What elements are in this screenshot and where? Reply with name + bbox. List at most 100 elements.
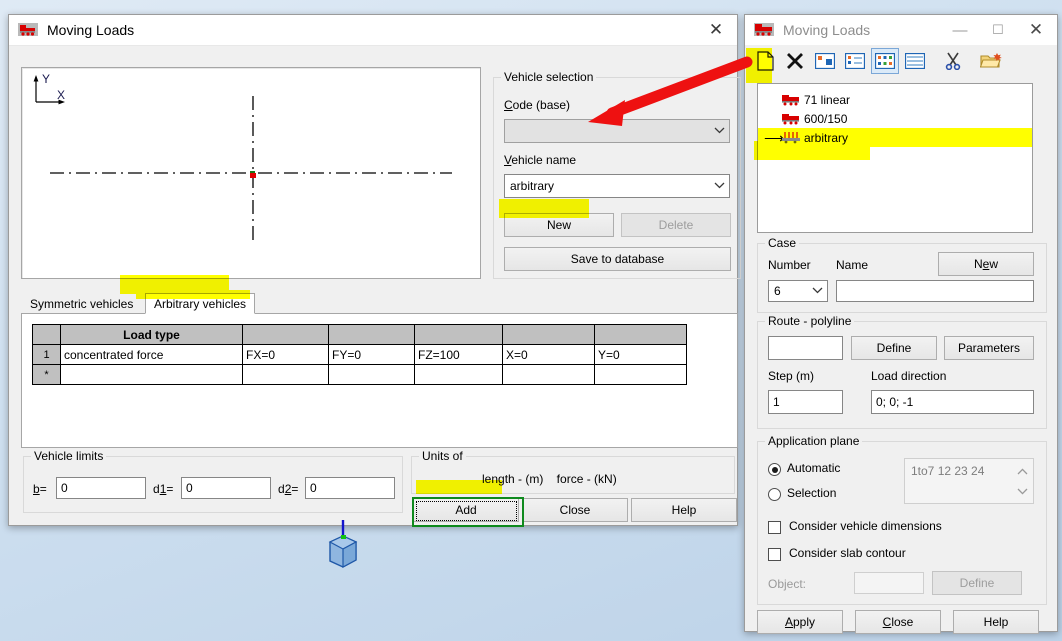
case-name-field[interactable] <box>836 280 1034 302</box>
new-document-icon[interactable] <box>751 48 779 74</box>
vehicle-preview-canvas[interactable]: Y X <box>21 67 481 279</box>
chevron-up-icon[interactable] <box>1017 464 1028 478</box>
b-label: b= <box>33 482 47 496</box>
preview-graphic: Y X <box>22 68 480 278</box>
save-to-database-button[interactable]: Save to database <box>504 247 731 271</box>
scissors-icon[interactable] <box>939 48 967 74</box>
checkbox-consider-vehicle-dimensions[interactable] <box>768 521 781 534</box>
col-header-x <box>503 325 595 345</box>
checkbox-consider-vehicle-dimensions-label: Consider vehicle dimensions <box>789 519 942 533</box>
left-titlebar: Moving Loads ✕ <box>9 15 737 46</box>
cell-load-type[interactable]: concentrated force <box>61 345 243 365</box>
cell-y[interactable] <box>595 365 687 385</box>
chevron-down-icon <box>714 127 723 136</box>
truck-icon <box>782 112 800 125</box>
case-name-label: Name <box>836 258 868 272</box>
list-item[interactable]: 71 linear <box>758 90 1032 109</box>
list-item[interactable]: 600/150 <box>758 109 1032 128</box>
table-view1-icon[interactable] <box>811 48 839 74</box>
cell-fz[interactable]: FZ=100 <box>415 345 503 365</box>
help-button[interactable]: Help <box>631 498 737 522</box>
col-header-y <box>595 325 687 345</box>
b-field[interactable]: 0 <box>56 477 146 499</box>
truck-icon <box>18 21 38 39</box>
right-titlebar: Moving Loads — ☐ ✕ <box>745 15 1057 46</box>
cell-y[interactable]: Y=0 <box>595 345 687 365</box>
chevron-down-icon <box>714 182 723 191</box>
radio-selection[interactable] <box>768 488 781 501</box>
tab-arbitrary-vehicles[interactable]: Arbitrary vehicles <box>145 293 255 314</box>
truck-icon <box>782 93 800 106</box>
code-base-combo[interactable] <box>504 119 730 143</box>
cell-x[interactable]: X=0 <box>503 345 595 365</box>
cell-fy[interactable] <box>329 365 415 385</box>
delete-x-icon[interactable] <box>781 48 809 74</box>
table-row[interactable]: 1 concentrated force FX=0 FY=0 FZ=100 X=… <box>33 345 687 365</box>
minimize-icon[interactable]: — <box>941 16 979 44</box>
cell-fx[interactable] <box>243 365 329 385</box>
case-number-label: Number <box>768 258 811 272</box>
load-direction-field[interactable]: 0; 0; -1 <box>871 390 1034 414</box>
application-plane-list[interactable]: 1to7 12 23 24 <box>904 458 1034 504</box>
case-number-value: 6 <box>774 284 781 298</box>
truck-icon <box>754 21 774 39</box>
step-value: 1 <box>773 395 780 409</box>
axis-label-x: X <box>57 88 65 102</box>
vehicle-selection-group: Vehicle selection Code (base) Vehicle na… <box>493 77 741 279</box>
vehicle-limits-legend: Vehicle limits <box>31 449 106 463</box>
checkbox-consider-slab-contour[interactable] <box>768 548 781 561</box>
route-polyline-field[interactable] <box>768 336 843 360</box>
tab-symmetric-vehicles[interactable]: Symmetric vehicles <box>21 293 142 314</box>
object-define-button: Define <box>932 571 1022 595</box>
load-definition-table[interactable]: Load type 1 concentrated force FX=0 FY=0… <box>32 324 687 385</box>
route-define-button[interactable]: Define <box>851 336 937 360</box>
close-button[interactable]: Close <box>522 498 628 522</box>
chevron-down-icon <box>812 287 821 296</box>
application-plane-group: Application plane Automatic Selection 1t… <box>757 441 1047 605</box>
d2-field[interactable]: 0 <box>305 477 395 499</box>
route-polyline-group: Route - polyline Define Parameters Step … <box>757 321 1047 429</box>
apply-button-label: Apply <box>785 615 815 629</box>
maximize-icon[interactable]: ☐ <box>979 16 1017 44</box>
radio-automatic[interactable] <box>768 463 781 476</box>
case-legend: Case <box>765 236 799 250</box>
d1-field[interactable]: 0 <box>181 477 271 499</box>
table-view3-icon[interactable] <box>871 48 899 74</box>
cell-fy[interactable]: FY=0 <box>329 345 415 365</box>
close-icon[interactable]: ✕ <box>1017 16 1055 44</box>
d1-value: 0 <box>186 481 193 495</box>
help-button[interactable]: Help <box>953 610 1039 634</box>
vehicle-list[interactable]: 71 linear 600/150 ⟶ <box>757 83 1033 233</box>
cell-x[interactable] <box>503 365 595 385</box>
add-button[interactable]: Add <box>413 498 519 522</box>
step-field[interactable]: 1 <box>768 390 843 414</box>
load-direction-label: Load direction <box>871 369 946 383</box>
new-vehicle-button[interactable]: New <box>504 213 614 237</box>
close-icon[interactable]: ✕ <box>697 16 735 44</box>
radio-automatic-dot <box>772 467 778 473</box>
cell-fz[interactable] <box>415 365 503 385</box>
application-plane-list-value: 1to7 12 23 24 <box>911 464 984 478</box>
vehicle-name-combo[interactable]: arbitrary <box>504 174 730 198</box>
list-item-selected[interactable]: ⟶ arbitrary <box>758 128 1032 147</box>
chevron-down-icon[interactable] <box>1017 484 1028 498</box>
units-group: Units of length - (m) force - (kN) <box>411 456 735 494</box>
d1-label: d1= <box>153 482 173 496</box>
moving-loads-dialog: Moving Loads ✕ Y X Vehicle selection Cod… <box>8 14 738 526</box>
code-base-label: Code (base) <box>504 98 570 112</box>
cell-load-type[interactable] <box>61 365 243 385</box>
table-view4-icon[interactable] <box>901 48 929 74</box>
case-number-combo[interactable]: 6 <box>768 280 828 302</box>
spin-arrows[interactable] <box>1013 461 1031 501</box>
vehicle-tabs: Symmetric vehicles Arbitrary vehicles <box>21 293 736 313</box>
cell-fx[interactable]: FX=0 <box>243 345 329 365</box>
table-row[interactable]: * <box>33 365 687 385</box>
units-text: length - (m) force - (kN) <box>482 472 617 486</box>
close-button[interactable]: Close <box>855 610 941 634</box>
apply-button[interactable]: Apply <box>757 610 843 634</box>
case-new-button[interactable]: New <box>938 252 1034 276</box>
route-parameters-button[interactable]: Parameters <box>944 336 1034 360</box>
table-view2-icon[interactable] <box>841 48 869 74</box>
row-number: 1 <box>33 345 61 365</box>
open-folder-icon[interactable] <box>977 48 1005 74</box>
